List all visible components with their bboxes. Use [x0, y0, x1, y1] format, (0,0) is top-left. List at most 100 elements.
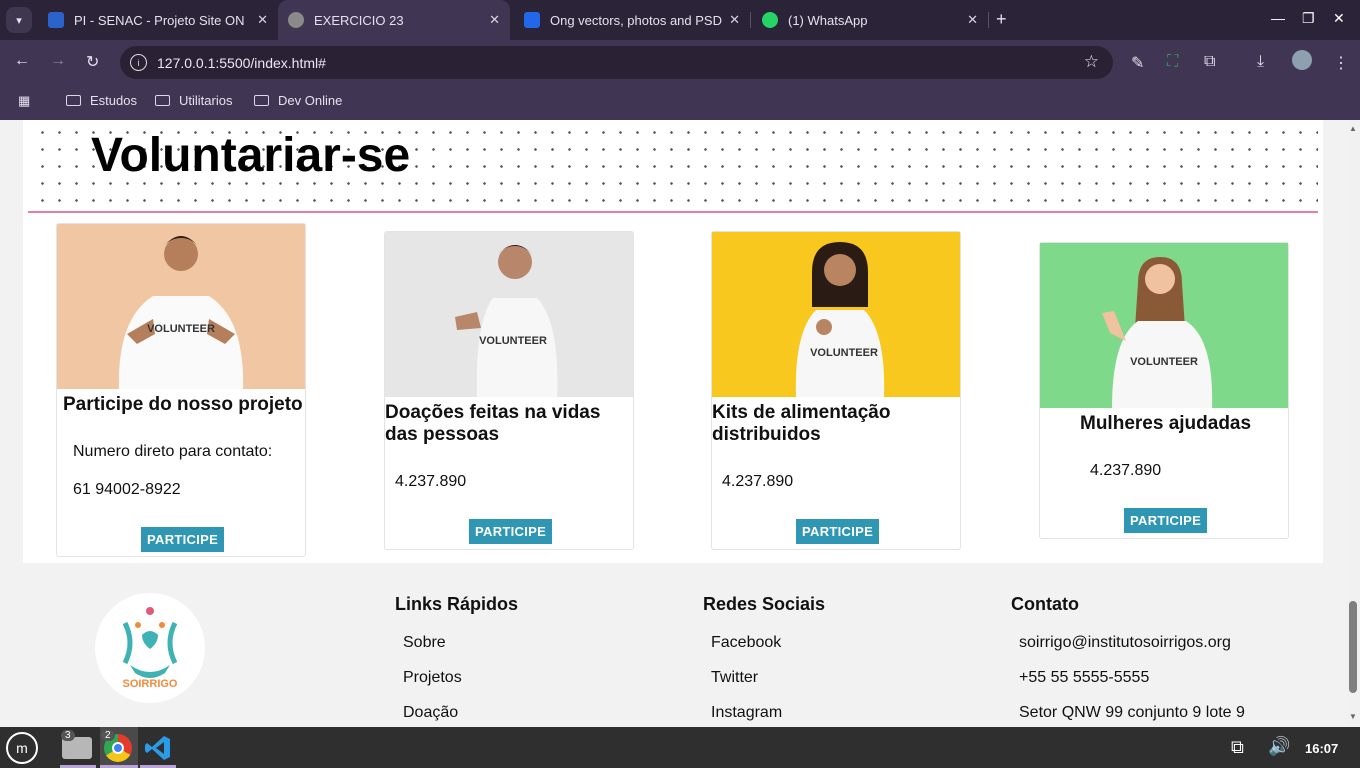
screen-capture-icon[interactable]: ⛶	[1167, 53, 1178, 71]
new-tab-plus-icon[interactable]: +	[996, 9, 1007, 30]
card-contact-label: Numero direto para contato:	[73, 443, 273, 460]
footer-link-instagram[interactable]: Instagram	[711, 704, 782, 722]
whatsapp-favicon-icon	[762, 12, 778, 28]
minimize-icon[interactable]: —	[1271, 10, 1285, 26]
close-icon[interactable]: ✕	[489, 12, 500, 28]
footer-link-doacao[interactable]: Doação	[403, 704, 458, 722]
restore-icon[interactable]: ❐	[1302, 10, 1315, 27]
bookmark-utilitarios[interactable]: Utilitarios	[155, 93, 232, 108]
volunteer-card-kits: VOLUNTEER Kits de alimentação distribuid…	[711, 231, 961, 550]
footer-link-sobre[interactable]: Sobre	[403, 634, 446, 652]
card-value: 4.237.890	[722, 473, 794, 490]
globe-favicon-icon	[288, 12, 304, 28]
volunteer-photo: VOLUNTEER	[712, 232, 960, 397]
address-bar[interactable]: i 127.0.0.1:5500/index.html# ☆	[120, 46, 1113, 79]
participe-button[interactable]: PARTICIPE	[469, 519, 553, 544]
bookmark-label: Utilitarios	[179, 93, 233, 108]
network-icon[interactable]: ⧉	[1231, 737, 1244, 758]
footer-link-facebook[interactable]: Facebook	[711, 634, 781, 652]
tab-ong-vectors[interactable]: Ong vectors, photos and PSD ✕	[516, 0, 750, 40]
tab-title: (1) WhatsApp	[788, 12, 868, 28]
bookmark-label: Estudos	[90, 93, 137, 108]
footer-heading: Redes Sociais	[703, 594, 826, 614]
card-contact-phone: 61 94002-8922	[73, 481, 181, 498]
browser-toolbar: ← → ↻ i 127.0.0.1:5500/index.html# ☆ ✎ ⛶…	[0, 40, 1360, 84]
vscode-icon[interactable]	[144, 734, 172, 762]
section-divider	[28, 211, 1318, 213]
card-title: Participe do nosso projeto	[63, 394, 303, 415]
tab-whatsapp[interactable]: (1) WhatsApp ✕	[754, 0, 988, 40]
footer-contact-address: Setor QNW 99 conjunto 9 lote 9	[1019, 704, 1245, 721]
menu-kebab-icon[interactable]: ⋮	[1333, 53, 1349, 73]
svg-text:VOLUNTEER: VOLUNTEER	[147, 323, 215, 335]
card-title: Mulheres ajudadas	[1080, 413, 1252, 434]
bookmark-estudos[interactable]: Estudos	[66, 93, 137, 108]
back-arrow-icon[interactable]: ←	[14, 52, 30, 70]
volume-icon[interactable]: 🔊	[1268, 736, 1290, 757]
os-taskbar: m 3 2 ⧉ 🔊 16:07	[0, 727, 1360, 768]
close-icon[interactable]: ✕	[967, 12, 978, 28]
page-viewport: Voluntariar-se VOLUNTEER Participe do no…	[0, 120, 1346, 727]
close-icon[interactable]: ✕	[257, 12, 268, 28]
footer-contact-email: soirrigo@institutosoirrigos.org	[1019, 634, 1231, 651]
volunteer-photo: VOLUNTEER	[57, 224, 305, 389]
mint-menu-icon[interactable]: m	[6, 732, 38, 764]
scroll-down-arrow-icon[interactable]: ▼	[1349, 712, 1357, 721]
folder-icon	[155, 95, 170, 106]
section-title: Voluntariar-se	[91, 129, 411, 182]
extensions-puzzle-icon[interactable]: ⧉	[1204, 53, 1215, 71]
forward-arrow-icon[interactable]: →	[50, 52, 66, 70]
bookmarks-bar: ▦ Estudos Utilitarios Dev Online	[0, 84, 1360, 120]
bookmark-label: Dev Online	[278, 93, 343, 108]
folder-icon	[66, 95, 81, 106]
bookmark-star-icon[interactable]: ☆	[1084, 52, 1099, 72]
volunteer-card-participe: VOLUNTEER Participe do nosso projeto Num…	[56, 223, 306, 557]
volunteer-card-doacoes: VOLUNTEER Doações feitas na vidas das pe…	[384, 231, 634, 550]
footer-link-projetos[interactable]: Projetos	[403, 669, 462, 687]
tab-pi-senac[interactable]: PI - SENAC - Projeto Site ONG ✕	[40, 0, 278, 40]
footer-contact-phone: +55 55 5555-5555	[1019, 669, 1150, 686]
footer-heading: Contato	[1011, 594, 1079, 614]
window-count-badge: 2	[101, 730, 115, 741]
url-text[interactable]: 127.0.0.1:5500/index.html#	[157, 55, 326, 71]
soirrigo-logo: SOIRRIGO	[95, 593, 205, 703]
tab-title: Ong vectors, photos and PSD	[550, 12, 722, 28]
trello-favicon-icon	[48, 12, 64, 28]
card-value: 4.237.890	[1090, 462, 1162, 479]
close-window-icon[interactable]: ✕	[1333, 10, 1345, 27]
scroll-up-arrow-icon[interactable]: ▲	[1349, 124, 1357, 133]
folder-icon	[254, 95, 269, 106]
card-value: 4.237.890	[395, 473, 467, 490]
svg-text:VOLUNTEER: VOLUNTEER	[479, 335, 547, 347]
participe-button[interactable]: PARTICIPE	[1124, 508, 1208, 533]
card-title: Kits de alimentação distribuidos	[712, 402, 891, 445]
volunteer-photo: VOLUNTEER	[1040, 243, 1288, 408]
extension-pen-icon[interactable]: ✎	[1131, 53, 1144, 73]
tab-exercicio-23[interactable]: EXERCICIO 23 ✕	[278, 0, 510, 40]
browser-tab-strip: ▾ PI - SENAC - Projeto Site ONG ✕ EXERCI…	[0, 0, 1360, 40]
clock[interactable]: 16:07	[1305, 741, 1338, 756]
card-title: Doações feitas na vidas das pessoas	[385, 402, 601, 445]
participe-button[interactable]: PARTICIPE	[796, 519, 880, 544]
close-icon[interactable]: ✕	[729, 12, 740, 28]
bookmark-dev-online[interactable]: Dev Online	[254, 93, 342, 108]
svg-text:VOLUNTEER: VOLUNTEER	[1130, 356, 1198, 368]
profile-avatar[interactable]	[1292, 50, 1312, 70]
footer-heading: Links Rápidos	[395, 594, 519, 614]
reload-icon[interactable]: ↻	[86, 52, 99, 72]
footer-link-twitter[interactable]: Twitter	[711, 669, 758, 687]
svg-text:SOIRRIGO: SOIRRIGO	[122, 678, 177, 690]
scrollbar-thumb[interactable]	[1349, 601, 1357, 693]
tab-title: PI - SENAC - Projeto Site ONG	[74, 12, 244, 28]
download-icon[interactable]: ⤓	[1257, 53, 1264, 71]
participe-button[interactable]: PARTICIPE	[141, 527, 225, 552]
volunteer-card-mulheres: VOLUNTEER Mulheres ajudadas 4.237.890 PA…	[1039, 242, 1289, 539]
apps-grid-icon[interactable]: ▦	[18, 93, 30, 109]
page-scrollbar[interactable]: ▲ ▼	[1346, 120, 1360, 727]
tab-search-button[interactable]: ▾	[6, 7, 32, 33]
site-info-icon[interactable]: i	[130, 54, 147, 71]
tab-title: EXERCICIO 23	[314, 12, 404, 28]
freepik-favicon-icon	[524, 12, 540, 28]
volunteer-section: Voluntariar-se VOLUNTEER Participe do no…	[23, 120, 1323, 563]
window-count-badge: 3	[61, 730, 75, 741]
